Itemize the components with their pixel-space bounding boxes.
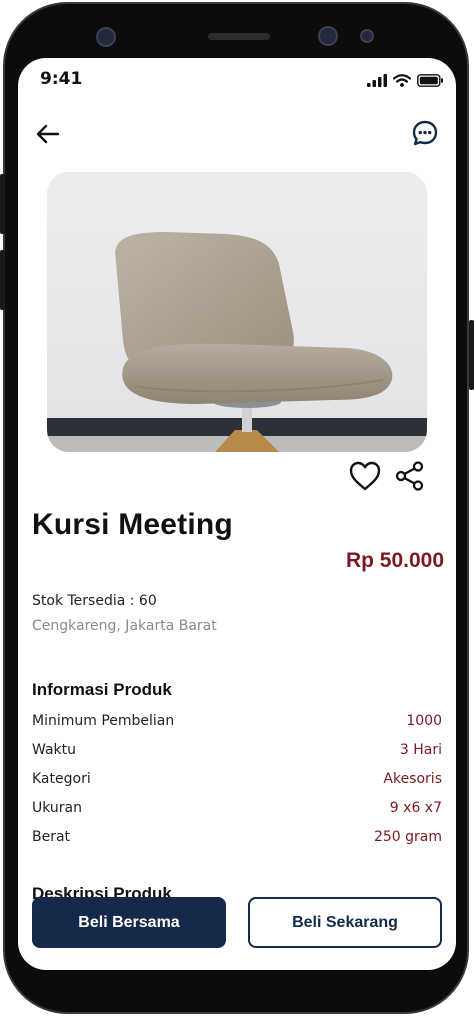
sensor <box>318 26 338 46</box>
info-label: Kategori <box>32 771 91 787</box>
info-label: Minimum Pembelian <box>32 713 175 729</box>
volume-button <box>0 250 5 310</box>
favorite-button[interactable] <box>348 460 382 492</box>
phone-mockup: 9:41 Kursi Meeting Rp 50.000 Stok Tersed… <box>0 0 474 1019</box>
wifi-icon <box>393 73 411 87</box>
heart-icon <box>349 461 381 491</box>
group-buy-button[interactable]: Beli Bersama <box>32 897 226 948</box>
info-row: Berat 250 gram <box>32 829 442 849</box>
share-button[interactable] <box>394 460 426 492</box>
power-button <box>469 320 474 390</box>
info-value: 9 x6 x7 <box>389 800 442 816</box>
product-price: Rp 50.000 <box>345 549 444 572</box>
volume-button <box>0 174 5 234</box>
info-value: 3 Hari <box>399 742 442 758</box>
chat-button[interactable] <box>408 116 442 150</box>
info-value: 1000 <box>406 713 442 729</box>
status-icons <box>367 72 444 88</box>
signal-icon <box>367 73 387 87</box>
chat-bubble-icon <box>412 120 438 146</box>
arrow-left-icon <box>36 124 60 144</box>
stock-info: Stok Tersedia : 60 <box>32 593 157 609</box>
info-row: Kategori Akesoris <box>32 771 442 791</box>
chair-photo <box>47 172 427 452</box>
info-label: Berat <box>32 829 71 845</box>
info-label: Waktu <box>32 742 76 758</box>
status-time: 9:41 <box>40 69 83 89</box>
product-title: Kursi Meeting <box>32 508 233 541</box>
info-row: Minimum Pembelian 1000 <box>32 713 442 733</box>
product-image <box>47 172 427 452</box>
info-heading: Informasi Produk <box>32 680 172 699</box>
app-screen: 9:41 Kursi Meeting Rp 50.000 Stok Tersed… <box>18 58 456 970</box>
seller-location: Cengkareng, Jakarta Barat <box>32 618 217 634</box>
info-label: Ukuran <box>32 800 83 816</box>
info-value: Akesoris <box>383 771 442 787</box>
buy-now-button[interactable]: Beli Sekarang <box>248 897 442 948</box>
share-icon <box>395 461 424 491</box>
battery-icon <box>417 73 443 87</box>
info-row: Ukuran 9 x6 x7 <box>32 800 442 820</box>
status-bar: 9:41 <box>18 58 456 102</box>
info-value: 250 gram <box>373 829 442 845</box>
info-row: Waktu 3 Hari <box>32 742 442 762</box>
front-camera <box>96 27 116 47</box>
back-button[interactable] <box>32 118 64 150</box>
earpiece <box>208 33 270 40</box>
sensor <box>360 29 374 43</box>
